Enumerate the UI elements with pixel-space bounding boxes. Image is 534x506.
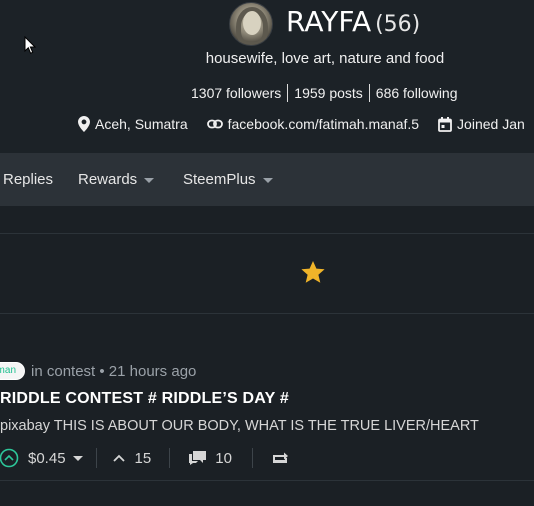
tab-rewards[interactable]: Rewards: [78, 171, 155, 188]
location: Aceh, Sumatra: [78, 116, 188, 132]
followers-link[interactable]: 1307 followers: [189, 84, 287, 102]
caret-down-icon: [144, 177, 155, 183]
chevron-up-icon: [112, 454, 125, 462]
link-icon: [206, 119, 223, 129]
caret-down-icon: [72, 456, 83, 461]
location-pin-icon: [78, 116, 90, 132]
tab-rewards-label: Rewards: [78, 171, 138, 188]
profile-stats: 1307 followers 1959 posts 686 following: [189, 84, 464, 102]
payout[interactable]: $0.45: [28, 450, 83, 467]
profile-name: RAYFA (56): [286, 4, 420, 38]
post-context: in contest • 21 hours ago: [31, 362, 197, 380]
votes-count[interactable]: 15: [112, 449, 152, 467]
reputation-score: (56): [375, 12, 421, 37]
following-link[interactable]: 686 following: [368, 84, 464, 102]
location-text: Aceh, Sumatra: [95, 116, 188, 132]
community-tag[interactable]: uman: [0, 362, 26, 380]
tab-steemplus-label: SteemPlus: [183, 171, 256, 188]
profile-meta: Aceh, Sumatra facebook.com/fatimah.manaf…: [78, 116, 534, 132]
profile-header: RAYFA (56) housewife, love art, nature an…: [0, 0, 534, 153]
divider: [169, 448, 171, 468]
website[interactable]: facebook.com/fatimah.manaf.5: [206, 116, 419, 132]
calendar-icon: [438, 116, 452, 132]
avatar[interactable]: [229, 2, 273, 46]
resteem-icon: [272, 452, 288, 463]
joined-date: Joined Jan: [438, 116, 525, 132]
tab-replies-label: Replies: [3, 171, 54, 188]
upvote-button[interactable]: [0, 448, 19, 468]
profile-about: housewife, love art, nature and food: [205, 50, 445, 67]
cursor-icon: [24, 36, 36, 54]
username: RAYFA: [286, 5, 372, 38]
divider: [0, 480, 534, 481]
payout-value: $0.45: [28, 449, 66, 467]
comments-icon: [189, 451, 207, 465]
divider: [0, 313, 534, 314]
votes-value: 15: [134, 449, 152, 467]
divider: [0, 233, 534, 234]
divider: [251, 448, 253, 468]
upvote-icon: [0, 448, 19, 468]
posts-count: 1959 posts: [287, 84, 369, 102]
post-summary[interactable]: pixabay THIS IS ABOUT OUR BODY, WHAT IS …: [0, 418, 534, 434]
post-title[interactable]: RIDDLE CONTEST # RIDDLE’S DAY #: [0, 390, 289, 408]
star-icon[interactable]: [300, 260, 326, 285]
comments-count[interactable]: 10: [188, 450, 232, 467]
website-link[interactable]: facebook.com/fatimah.manaf.5: [228, 116, 419, 132]
divider: [95, 448, 97, 468]
tab-steemplus[interactable]: SteemPlus: [183, 171, 273, 188]
tab-replies[interactable]: Replies: [3, 171, 53, 188]
comments-value: 10: [215, 449, 232, 467]
resteem-button[interactable]: [271, 451, 289, 465]
post-meta: uman in contest • 21 hours ago: [0, 362, 196, 380]
profile-tabs: Replies Rewards SteemPlus: [0, 153, 534, 206]
joined-text: Joined Jan: [457, 116, 525, 132]
post-actions: $0.45 15 10: [0, 448, 289, 468]
caret-down-icon: [262, 177, 273, 183]
